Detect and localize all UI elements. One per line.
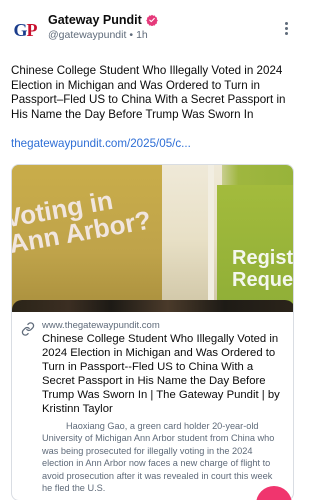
author-handle[interactable]: @gatewaypundit — [48, 29, 126, 41]
more-options-icon[interactable] — [280, 22, 292, 35]
author-meta: @gatewaypundit • 1h — [48, 29, 280, 41]
post-link[interactable]: thegatewaypundit.com/2025/05/c... — [11, 137, 294, 150]
link-icon — [21, 322, 35, 336]
author-name-row: Gateway Pundit — [48, 13, 280, 27]
link-preview-description: Haoxiang Gao, a green card holder 20-yea… — [42, 421, 275, 494]
author-block: Gateway Pundit @gatewaypundit • 1h — [48, 13, 280, 41]
avatar-letter-p: P — [26, 19, 38, 40]
link-preview-title: Chinese College Student Who Illegally Vo… — [42, 333, 280, 415]
link-preview-card[interactable]: Voting in Ann Arbor? Register Request ww… — [11, 164, 294, 500]
image-sign-right: Register Request — [232, 247, 294, 291]
meta-separator: • — [129, 29, 134, 41]
link-preview-body: www.thegatewaypundit.com Chinese College… — [12, 312, 293, 500]
link-preview-content: www.thegatewaypundit.com Chinese College… — [42, 320, 283, 494]
avatar-letter-g: G — [13, 19, 27, 40]
link-preview-domain: www.thegatewaypundit.com — [42, 320, 160, 331]
author-name[interactable]: Gateway Pundit — [48, 13, 142, 27]
verified-badge-icon — [145, 14, 158, 26]
avatar[interactable]: GP — [11, 16, 39, 44]
post-text: Chinese College Student Who Illegally Vo… — [11, 64, 286, 121]
post-time: 1h — [136, 29, 148, 41]
link-preview-image: Voting in Ann Arbor? Register Request — [12, 165, 294, 312]
post: GP Gateway Pundit @gatewaypundit • 1h Chin… — [0, 0, 305, 500]
post-header: GP Gateway Pundit @gatewaypundit • 1h — [11, 10, 294, 44]
